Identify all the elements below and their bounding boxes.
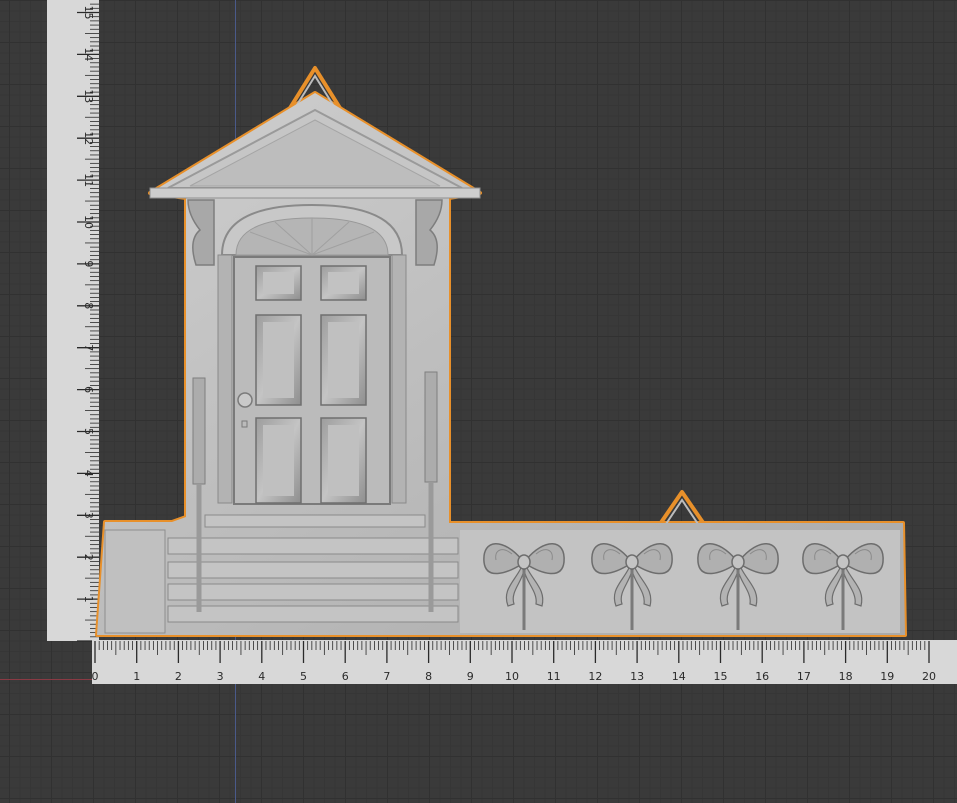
horizontal-ruler-label: 12 (588, 670, 602, 683)
horizontal-ruler-label: 0 (92, 670, 99, 683)
horizontal-ruler-label: 9 (467, 670, 474, 683)
vertical-ruler-label: 7 (82, 344, 95, 351)
horizontal-ruler-label: 11 (547, 670, 561, 683)
vertical-ruler-label: 6 (82, 386, 95, 393)
vertical-ruler-label: 13 (82, 89, 95, 103)
lantern-left (192, 377, 206, 485)
vertical-ruler-label: 3 (82, 512, 95, 519)
horizontal-ruler-label: 6 (342, 670, 349, 683)
horizontal-ruler-label: 4 (258, 670, 265, 683)
horizontal-ruler-label: 1 (133, 670, 140, 683)
hanging-loop-right (658, 490, 706, 526)
horizontal-ruler-label: 7 (383, 670, 390, 683)
horizontal-ruler-ticks (94, 641, 930, 663)
vertical-ruler-labels: 123456789101112131415 (82, 6, 95, 603)
horizontal-ruler-label: 2 (175, 670, 182, 683)
pilaster-right (391, 254, 407, 504)
vertical-ruler-label: 10 (82, 215, 95, 229)
scene-canvas: 123456789101112131415 0 1 2 3 4 5 6 7 8 9 10 11 12 13… (47, 0, 957, 684)
horizontal-ruler-label: 3 (217, 670, 224, 683)
horizontal-ruler-label: 17 (797, 670, 811, 683)
horizontal-ruler-label: 15 (714, 670, 728, 683)
hanging-loop-right-inner (665, 498, 699, 525)
door-facade-model-icon[interactable] (95, 66, 907, 637)
vertical-ruler-label: 5 (82, 428, 95, 435)
vertical-ruler-label: 12 (82, 131, 95, 145)
pilaster-left (217, 254, 233, 504)
vertical-ruler-label: 4 (82, 470, 95, 477)
vertical-ruler: 123456789101112131415 (47, 0, 99, 642)
horizontal-ruler-label: 10 (505, 670, 519, 683)
door-knob (237, 392, 253, 408)
cornice (149, 187, 481, 199)
horizontal-ruler-label: 8 (425, 670, 432, 683)
horizontal-ruler-label: 5 (300, 670, 307, 683)
horizontal-ruler-label: 16 (755, 670, 769, 683)
vertical-ruler-label: 15 (82, 6, 95, 20)
vertical-ruler-label: 2 (82, 554, 95, 561)
horizontal-ruler-label: 13 (630, 670, 644, 683)
vertical-ruler-label: 14 (82, 47, 95, 61)
vertical-ruler-label: 1 (82, 596, 95, 603)
vertical-ruler-label: 8 (82, 302, 95, 309)
3d-viewport[interactable]: 1 2 3 4 5 6 7 8 9 10 11 12 13 14 15 0 1 2 3 4 5 6 7 8 9 10 11 12 13… (0, 0, 957, 803)
wall-left (104, 529, 166, 634)
vertical-ruler-label: 11 (82, 173, 95, 187)
horizontal-ruler-label: 20 (922, 670, 936, 683)
horizontal-ruler-label: 18 (839, 670, 853, 683)
horizontal-ruler: 0 1 2 3 4 5 6 7 8 9 10 11 12 13 14 15 16 17 18 19 20 (92, 640, 957, 684)
vertical-ruler-label: 9 (82, 260, 95, 267)
horizontal-ruler-labels: 0 1 2 3 4 5 6 7 8 9 10 11 12 13 14 15 16 17 18 19 20 (92, 670, 937, 683)
lantern-right (424, 371, 438, 483)
horizontal-ruler-label: 14 (672, 670, 686, 683)
horizontal-ruler-label: 19 (880, 670, 894, 683)
